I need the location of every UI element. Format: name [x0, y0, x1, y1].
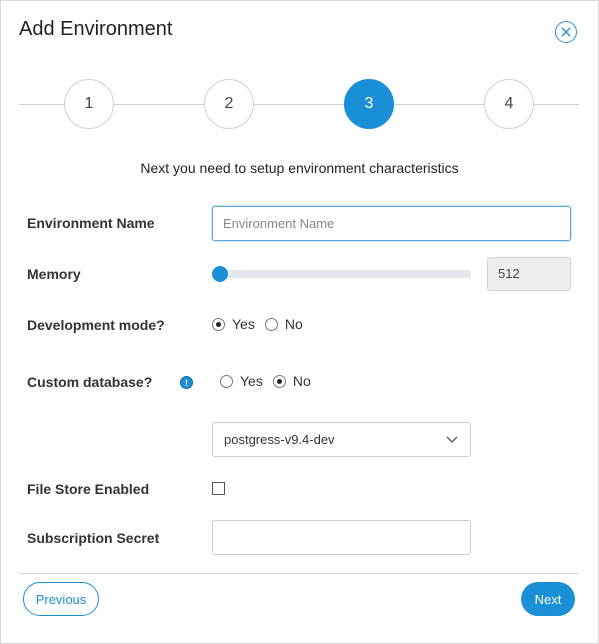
development-mode-yes-radio[interactable]	[212, 317, 225, 331]
step-1[interactable]: 1	[64, 79, 114, 129]
memory-slider-handle[interactable]	[212, 266, 228, 282]
custom-database-yes-label: Yes	[240, 373, 263, 389]
footer-divider	[19, 573, 579, 574]
close-button[interactable]	[555, 21, 577, 43]
close-icon	[561, 27, 571, 37]
file-store-checkbox[interactable]	[212, 482, 225, 495]
step-4[interactable]: 4	[484, 79, 534, 129]
environment-name-label: Environment Name	[27, 215, 155, 231]
step-3[interactable]: 3	[344, 79, 394, 129]
database-select[interactable]: postgress-v9.4-dev	[212, 422, 471, 457]
dialog-title: Add Environment	[19, 18, 173, 40]
development-mode-label: Development mode?	[27, 317, 165, 333]
custom-database-label: Custom database?	[27, 374, 153, 390]
step-2[interactable]: 2	[204, 79, 254, 129]
memory-value-field: 512	[487, 257, 571, 291]
file-store-label: File Store Enabled	[27, 481, 150, 497]
step-description: Next you need to setup environment chara…	[140, 160, 459, 176]
environment-name-input[interactable]	[212, 206, 571, 241]
memory-slider-track[interactable]	[216, 270, 471, 278]
development-mode-no-label: No	[284, 316, 303, 332]
add-environment-dialog: Add Environment 1 2 3 4 Next you need to…	[0, 0, 599, 644]
chevron-down-icon	[446, 436, 458, 443]
subscription-secret-input[interactable]	[212, 520, 471, 555]
custom-database-no-label: No	[292, 373, 311, 389]
previous-button[interactable]: Previous	[23, 582, 99, 616]
subscription-secret-label: Subscription Secret	[27, 530, 160, 546]
wizard-stepper: 1 2 3 4	[19, 79, 579, 129]
next-button[interactable]: Next	[521, 582, 575, 616]
custom-database-no-radio[interactable]	[272, 374, 286, 388]
development-mode-yes-label: Yes	[232, 316, 255, 332]
memory-label: Memory	[27, 266, 81, 282]
info-icon[interactable]: !	[180, 376, 193, 389]
custom-database-yes-radio[interactable]	[220, 374, 233, 388]
custom-database-radio-group: Yes No	[220, 373, 321, 389]
development-mode-no-radio[interactable]	[264, 317, 278, 331]
development-mode-radio-group: Yes No	[212, 316, 313, 332]
database-select-value: postgress-v9.4-dev	[224, 432, 335, 447]
